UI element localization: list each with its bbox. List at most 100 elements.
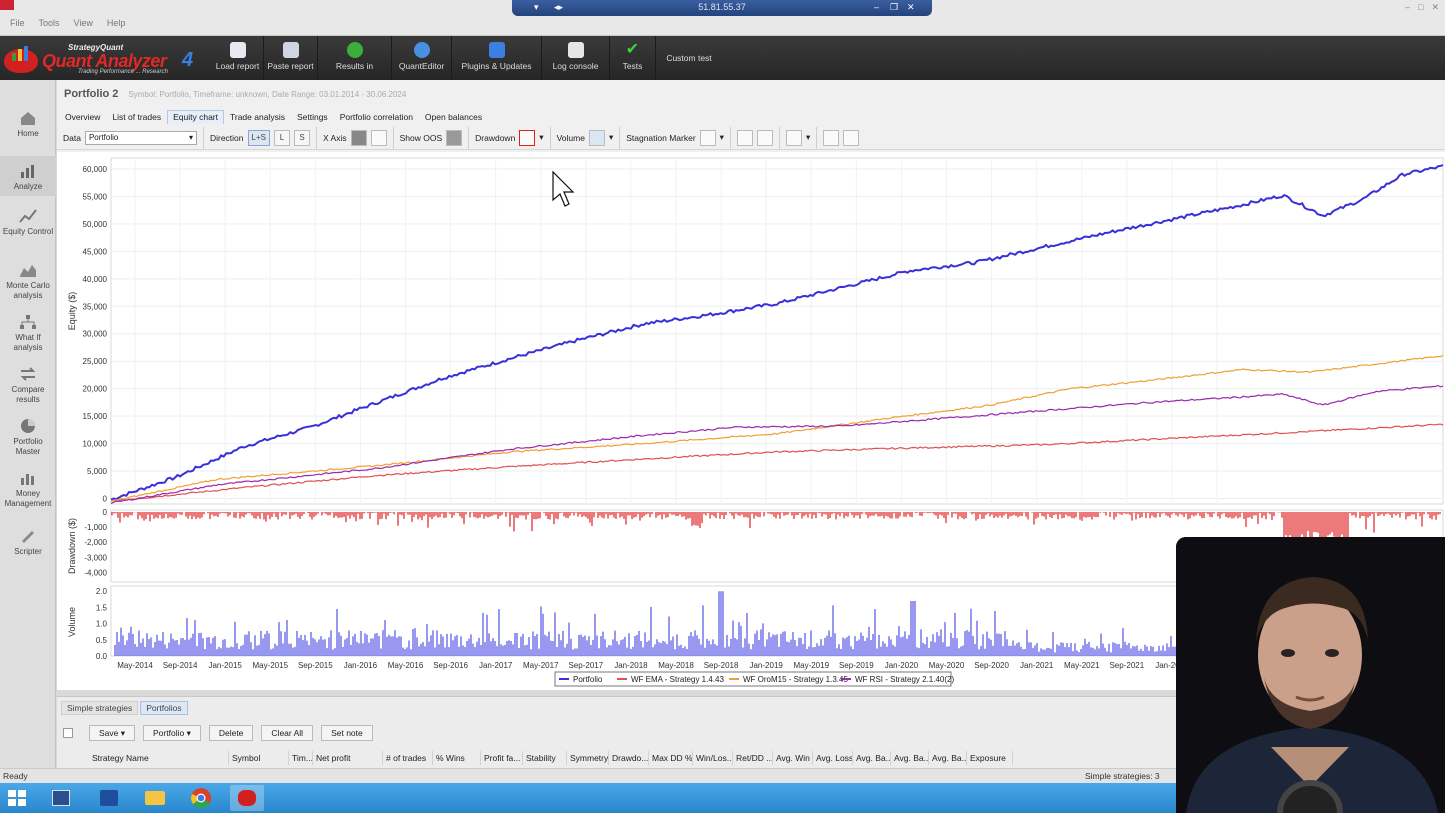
select-all-checkbox[interactable] [63, 728, 73, 738]
column-header[interactable]: Tim... [289, 751, 313, 765]
menu-help[interactable]: Help [107, 18, 126, 28]
remote-session-bar: ▾ ◂▸ 51.81.55.37 – ❐ ✕ [512, 0, 932, 16]
save-button[interactable]: Save ▾ [89, 725, 136, 741]
tab-simple-strategies[interactable]: Simple strategies [61, 701, 139, 715]
column-header[interactable]: Exposure [967, 751, 1013, 765]
column-header[interactable]: Drawdo... [609, 751, 649, 765]
drawdown-dollar-icon[interactable] [519, 129, 536, 146]
clear-all-button[interactable]: Clear All [261, 725, 314, 741]
column-header[interactable]: % Wins [433, 751, 481, 765]
chrome-icon[interactable] [184, 785, 218, 811]
server-manager-icon[interactable] [44, 785, 78, 811]
sidebar-label: Portfolio Master [13, 437, 43, 456]
chevron-down-icon[interactable]: ▾ [806, 132, 810, 143]
sidebar-label: Analyze [13, 182, 43, 191]
bottom-actions: Save ▾ Portfolio ▾ Delete Clear All Set … [63, 725, 373, 741]
quant-analyzer-task-icon[interactable] [230, 785, 264, 811]
column-header[interactable]: Max DD % [649, 751, 693, 765]
column-header[interactable]: Avg. Loss [813, 751, 853, 765]
tab-trade-analysis[interactable]: Trade analysis [224, 110, 291, 124]
tab-settings[interactable]: Settings [291, 110, 334, 124]
column-header[interactable]: Net profit [313, 751, 383, 765]
column-header[interactable]: Avg. Ba... [853, 751, 891, 765]
presenter-video [1176, 537, 1445, 813]
load-report-button[interactable]: Load report [212, 36, 264, 80]
line-chart-icon[interactable] [756, 129, 773, 146]
volume-icon[interactable] [588, 129, 605, 146]
multi-line-icon[interactable] [823, 129, 840, 146]
sidebar-item-home[interactable]: Home [0, 110, 56, 139]
sidebar-item-analyze[interactable]: Analyze [0, 156, 56, 196]
column-header[interactable]: Strategy Name [89, 751, 229, 765]
x-tick-label: Sep-2016 [433, 661, 468, 670]
column-header[interactable]: # of trades [383, 751, 433, 765]
tab-list-of-trades[interactable]: List of trades [106, 110, 167, 124]
portfolio-button[interactable]: Portfolio ▾ [143, 725, 201, 741]
page-subtitle: Symbol: Portfolio, Timeframe: unknown, D… [128, 90, 407, 99]
xaxis-trades-icon[interactable] [370, 129, 387, 146]
restore-icon[interactable]: ❐ [890, 0, 898, 14]
sidebar-item-what-if[interactable]: What If analysis [0, 314, 56, 353]
sidebar-item-money-management[interactable]: Money Management [0, 470, 56, 509]
column-header[interactable]: Symbol [229, 751, 289, 765]
candle-chart-icon[interactable] [736, 129, 753, 146]
y-tick-label: 0 [103, 495, 108, 504]
tab-overview[interactable]: Overview [59, 110, 106, 124]
quanteditor-button[interactable]: QuantEditor [392, 36, 452, 80]
log-console-button[interactable]: Log console [542, 36, 610, 80]
tab-equity-chart[interactable]: Equity chart [167, 110, 224, 124]
window-minimize-icon[interactable]: – [1405, 2, 1410, 13]
data-select[interactable]: Portfolio [84, 130, 197, 145]
column-header[interactable]: Avg. Win [773, 751, 813, 765]
chart-style-icon[interactable] [785, 129, 802, 146]
file-explorer-icon[interactable] [138, 785, 172, 811]
results-in-button[interactable]: Results in [318, 36, 392, 80]
chevron-down-icon[interactable]: ▾ [609, 132, 613, 143]
column-header[interactable]: Profit fa... [481, 751, 523, 765]
chevron-down-icon[interactable]: ▾ [720, 132, 724, 143]
menu-tools[interactable]: Tools [39, 18, 60, 28]
powershell-icon[interactable] [92, 785, 126, 811]
y-tick-label: 20,000 [83, 385, 108, 394]
plugins-updates-button[interactable]: Plugins & Updates [452, 36, 542, 80]
custom-test-label: Custom test [666, 53, 712, 63]
column-header[interactable]: Avg. Ba... [929, 751, 967, 765]
window-close-icon[interactable]: ✕ [1431, 2, 1439, 13]
xaxis-time-icon[interactable] [350, 129, 367, 146]
y-tick-label: 55,000 [83, 192, 108, 201]
sidebar-item-portfolio-master[interactable]: Portfolio Master [0, 418, 56, 457]
tab-open-balances[interactable]: Open balances [419, 110, 488, 124]
column-header[interactable]: Ret/DD ... [733, 751, 773, 765]
column-header[interactable]: Stability [523, 751, 567, 765]
column-header[interactable]: Win/Los... [693, 751, 733, 765]
y-tick-label: 50,000 [83, 220, 108, 229]
sidebar-item-scripter[interactable]: Scripter [0, 528, 56, 557]
menu-file[interactable]: File [10, 18, 25, 28]
custom-test-button[interactable]: Custom test [656, 36, 722, 80]
windows-start-icon[interactable] [8, 790, 26, 806]
stagnation-icon[interactable] [699, 129, 716, 146]
tab-portfolios[interactable]: Portfolios [140, 701, 188, 715]
column-header[interactable]: Symmetry [567, 751, 609, 765]
paste-report-button[interactable]: Paste report [264, 36, 318, 80]
show-oos-icon[interactable] [446, 129, 463, 146]
direction-s-toggle[interactable]: S [293, 129, 310, 146]
tab-portfolio-correlation[interactable]: Portfolio correlation [334, 110, 419, 124]
close-icon[interactable]: ✕ [907, 0, 915, 14]
pin-icon[interactable]: ▾ [534, 0, 539, 14]
column-header[interactable]: Avg. Ba... [891, 751, 929, 765]
set-note-button[interactable]: Set note [321, 725, 373, 741]
menu-view[interactable]: View [74, 18, 93, 28]
minimize-icon[interactable]: – [874, 0, 879, 14]
multi-color-chart-icon[interactable] [843, 129, 860, 146]
sidebar-item-equity-control[interactable]: Equity Control [0, 208, 56, 237]
direction-ls-toggle[interactable]: L+S [247, 129, 270, 146]
direction-l-toggle[interactable]: L [273, 129, 290, 146]
window-maximize-icon[interactable]: □ [1418, 2, 1423, 13]
delete-button[interactable]: Delete [208, 725, 254, 741]
dollar-icon [346, 42, 363, 58]
tests-button[interactable]: ✔ Tests [610, 36, 656, 80]
sidebar-item-compare[interactable]: Compare results [0, 366, 56, 405]
chevron-down-icon[interactable]: ▾ [539, 132, 543, 143]
sidebar-item-monte-carlo[interactable]: Monte Carlo analysis [0, 262, 56, 301]
